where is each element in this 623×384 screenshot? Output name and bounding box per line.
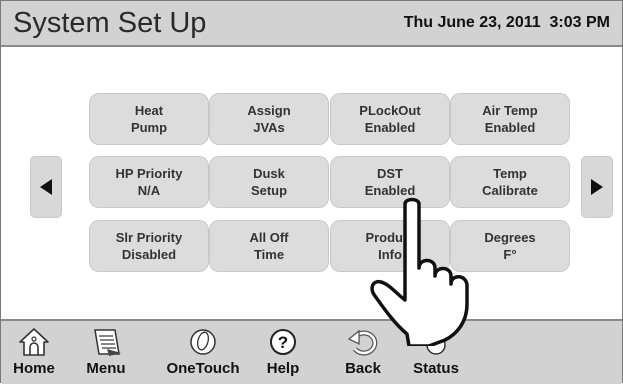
assign-jvas-button[interactable]: Assign JVAs xyxy=(210,94,328,144)
finger-button-icon xyxy=(185,327,221,357)
button-line2: Disabled xyxy=(121,247,177,262)
toolbar-label: Home xyxy=(13,360,55,377)
button-line1: Degrees xyxy=(484,230,536,245)
dusk-setup-button[interactable]: Dusk Setup xyxy=(210,157,328,207)
header-bar: System Set Up Thu June 23, 2011 3:03 PM xyxy=(1,1,622,47)
button-line1: Dusk xyxy=(253,166,285,181)
heat-pump-button[interactable]: Heat Pump xyxy=(90,94,208,144)
button-line1: Heat xyxy=(134,103,164,118)
button-line1: Slr Priority xyxy=(115,230,183,245)
toolbar-label: Menu xyxy=(86,360,126,377)
button-line1: Air Temp xyxy=(482,103,538,118)
button-line1: PLockOut xyxy=(359,103,421,118)
toolbar-label: Status xyxy=(413,360,459,377)
screen-frame: System Set Up Thu June 23, 2011 3:03 PM … xyxy=(0,0,623,384)
bottom-toolbar: Home Menu OneTouch ? Help Back Status xyxy=(1,319,622,384)
button-line2: Calibrate xyxy=(482,183,538,198)
button-line2: JVAs xyxy=(253,120,285,135)
button-line2: Setup xyxy=(250,183,288,198)
toolbar-label: OneTouch xyxy=(166,360,240,377)
house-icon xyxy=(16,327,52,357)
hp-priority-button[interactable]: HP Priority N/A xyxy=(90,157,208,207)
button-line2: Enabled xyxy=(364,120,416,135)
button-line1: All Off xyxy=(249,230,289,245)
button-line2: Pump xyxy=(130,120,168,135)
question-circle-icon: ? xyxy=(265,327,301,357)
prev-page-button[interactable] xyxy=(31,157,61,217)
home-button[interactable]: Home xyxy=(4,327,64,377)
toolbar-label: Back xyxy=(345,360,381,377)
help-button[interactable]: ? Help xyxy=(257,327,309,377)
triangle-right-icon xyxy=(591,179,603,195)
button-line1: Assign xyxy=(247,103,291,118)
button-line2: Time xyxy=(253,247,285,262)
all-off-time-button[interactable]: All Off Time xyxy=(210,221,328,271)
next-page-button[interactable] xyxy=(582,157,612,217)
triangle-left-icon xyxy=(40,179,52,195)
plockout-button[interactable]: PLockOut Enabled xyxy=(331,94,449,144)
button-line1: DST xyxy=(377,166,403,181)
button-line2: F° xyxy=(503,247,517,262)
button-line1: Temp xyxy=(493,166,527,181)
toolbar-label: Help xyxy=(266,360,300,377)
page-title: System Set Up xyxy=(13,7,207,39)
svg-text:?: ? xyxy=(278,333,288,352)
pointing-hand-icon xyxy=(370,197,469,346)
datetime-display: Thu June 23, 2011 3:03 PM xyxy=(403,14,610,31)
menu-button[interactable]: Menu xyxy=(76,327,136,377)
button-line1: HP Priority xyxy=(115,166,183,181)
slr-priority-button[interactable]: Slr Priority Disabled xyxy=(90,221,208,271)
air-temp-button[interactable]: Air Temp Enabled xyxy=(451,94,569,144)
document-icon xyxy=(88,327,124,357)
button-line2: N/A xyxy=(137,183,161,198)
onetouch-button[interactable]: OneTouch xyxy=(165,327,241,377)
button-line2: Enabled xyxy=(484,120,536,135)
